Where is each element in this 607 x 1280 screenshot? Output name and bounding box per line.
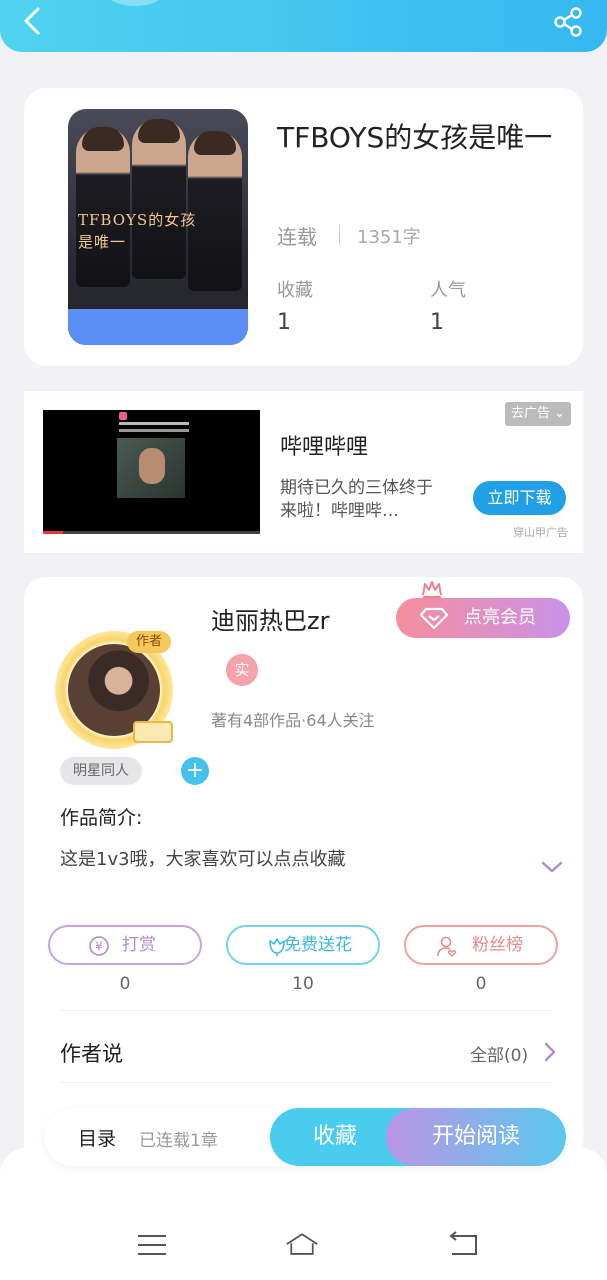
intro-label: 作品简介: [60,807,143,829]
book-icon [133,721,173,743]
remove-ad-button[interactable]: 去广告 ⌄ [505,402,572,426]
real-name-badge: 实 [226,654,258,686]
vip-button-label: 点亮会员 [464,607,536,628]
diamond-icon [420,607,448,630]
svg-text:¥: ¥ [95,940,103,954]
home-icon[interactable] [285,1230,319,1260]
genre-tag[interactable]: 明星同人 [60,757,142,785]
toc-button[interactable]: 目录 [78,1124,116,1151]
divider [60,1082,552,1083]
fans-user-icon [437,936,457,957]
fans-ranking-label: 粉丝榜 [472,935,523,955]
fans-ranking-button[interactable]: 粉丝榜 [404,925,558,965]
ad-video[interactable] [43,410,260,534]
start-reading-button[interactable]: 开始阅读 [386,1108,566,1166]
cover-footer [68,309,248,345]
word-count: 1351字 [357,227,421,248]
share-icon[interactable] [552,6,584,38]
top-bar [0,0,607,52]
chevron-right-icon[interactable] [542,1041,558,1063]
author-meta: 著有4部作品·64人关注 [211,711,375,730]
stat-value-popularity: 1 [430,310,444,335]
book-status: 连载 [277,225,317,249]
author-card: 作者 迪丽热巴zr 点亮会员 实 著有4部作品·64人关注 明星同人 + 作品简… [24,577,583,1197]
header-decoration [105,0,165,6]
cover-figure [132,119,186,279]
divider [60,1010,552,1011]
author-says-title: 作者说 [60,1042,123,1066]
ad-app-name: 哔哩哔哩 [280,435,369,460]
all-comments-link[interactable]: 全部(0) [470,1041,528,1066]
ad-banner[interactable]: 哔哩哔哩 期待已久的三体终于来啦！哔哩哔… 去广告 ⌄ 立即下载 穿山甲广告 [24,391,583,553]
intro-text: 这是1v3哦，大家喜欢可以点点收藏 [60,849,346,870]
remove-ad-label: 去广告 [511,406,551,421]
send-flower-label: 免费送花 [284,935,352,955]
author-name: 迪丽热巴zr [211,607,330,635]
download-button[interactable]: 立即下载 [473,481,566,515]
fans-count: 0 [475,974,487,994]
stat-value-collect: 1 [277,310,291,335]
book-cover[interactable]: TFBOYS的女孩是唯一 [68,109,248,345]
book-title: TFBOYS的女孩是唯一 [277,121,553,154]
flower-count: 10 [292,974,314,994]
vip-button[interactable]: 点亮会员 [396,598,570,638]
yen-coin-icon: ¥ [89,936,109,956]
system-nav-bar [0,1148,607,1280]
tip-count: 0 [119,974,131,994]
chapter-status: 已连载1章 [139,1131,218,1151]
chevron-down-icon[interactable] [540,859,564,875]
stat-label-popularity: 人气 [430,280,466,301]
cover-title: TFBOYS的女孩是唯一 [78,211,197,251]
ad-description: 期待已久的三体终于来啦！哔哩哔… [280,478,433,521]
bottom-action-bar: 目录 已连载1章 收藏 开始阅读 [44,1108,566,1166]
cover-figure [76,127,130,287]
chevron-left-icon[interactable] [18,6,48,36]
add-tag-button[interactable]: + [181,757,209,785]
tip-label: 打赏 [122,935,156,955]
book-info-card: TFBOYS的女孩是唯一 TFBOYS的女孩是唯一 连载 1351字 收藏 1 … [24,88,583,366]
crown-icon [422,581,442,598]
back-icon[interactable] [446,1230,480,1260]
ad-source: 穿山甲广告 [513,526,568,539]
chevron-down-icon: ⌄ [554,406,566,421]
send-flower-button[interactable]: 免费送花 [226,925,380,965]
tip-button[interactable]: ¥ 打赏 [48,925,202,965]
author-avatar-tag: 作者 [127,631,171,653]
stat-label-collect: 收藏 [277,280,313,301]
menu-icon[interactable] [135,1230,169,1260]
divider [339,225,340,245]
avatar[interactable]: 作者 [47,617,189,759]
